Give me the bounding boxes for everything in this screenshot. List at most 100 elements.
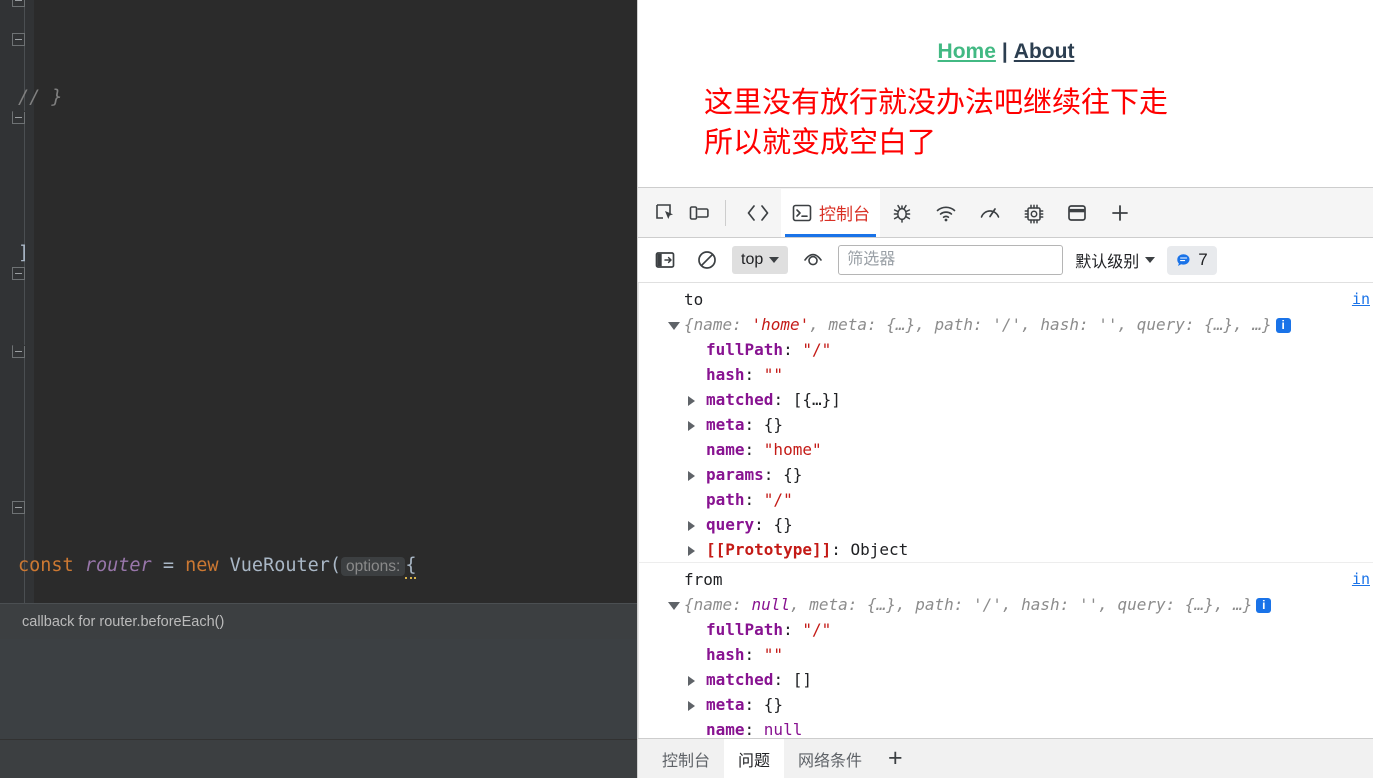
console-filter-bar: top 默认级别 — [638, 238, 1373, 283]
property-separator: : — [763, 465, 784, 484]
screen-root: // } ] const router = new VueRouter(opti… — [0, 0, 1373, 778]
inspect-element-icon[interactable] — [648, 196, 682, 230]
chevron-down-icon — [769, 257, 780, 263]
disclosure-triangle-closed-icon[interactable] — [688, 421, 695, 431]
console-output[interactable]: to in {name: 'home', meta: {…}, path: '/… — [638, 283, 1373, 738]
execution-context-value: top — [741, 251, 764, 268]
info-message-icon — [1177, 253, 1190, 266]
console-entry: from in {name: null, meta: {…}, path: '/… — [638, 563, 1373, 738]
property-separator: : — [773, 670, 793, 689]
property-value: "/" — [802, 340, 832, 359]
browser-window: Home | About 这里没有放行就没办法吧继续往下走 所以就变成空白了 控… — [637, 0, 1373, 778]
property-separator: : — [773, 390, 793, 409]
rendered-page: Home | About 这里没有放行就没办法吧继续往下走 所以就变成空白了 — [638, 0, 1373, 187]
property-key: params — [706, 465, 764, 484]
console-log-label: from in — [638, 563, 1373, 592]
property-separator: : — [783, 340, 803, 359]
object-property-row[interactable]: query: {} — [638, 512, 1373, 537]
info-badge-icon[interactable]: i — [1256, 598, 1272, 613]
tab-application[interactable] — [1056, 189, 1098, 237]
application-panel-icon — [1068, 204, 1086, 221]
page-message-line1: 这里没有放行就没办法吧继续往下走 — [704, 85, 1169, 119]
drawer-tab-label: 网络条件 — [798, 752, 863, 770]
tab-performance[interactable] — [968, 189, 1012, 237]
drawer-tab-issues[interactable]: 问题 — [724, 739, 785, 778]
property-key: hash — [706, 645, 745, 664]
devtools-tabbar: 控制台 — [638, 188, 1373, 238]
console-source-link[interactable]: in — [1352, 567, 1370, 592]
devtools-drawer-tabs: 控制台 问题 网络条件 + — [638, 738, 1373, 778]
page-message: 这里没有放行就没办法吧继续往下走 所以就变成空白了 — [638, 64, 1373, 162]
tab-memory[interactable] — [1012, 189, 1056, 237]
property-separator: : — [744, 365, 764, 384]
comment-token: // } — [18, 87, 63, 108]
console-object-header[interactable]: {name: 'home', meta: {…}, path: '/', has… — [638, 312, 1373, 337]
clear-console-icon[interactable] — [690, 243, 724, 277]
router-identifier: router — [84, 555, 152, 576]
info-badge-icon[interactable]: i — [1275, 318, 1291, 333]
object-property-row[interactable]: meta: {} — [638, 412, 1373, 437]
tab-elements[interactable] — [735, 189, 781, 237]
live-expression-icon[interactable] — [796, 243, 830, 277]
toolbar-divider — [725, 199, 726, 226]
drawer-tab-console[interactable]: 控制台 — [648, 739, 724, 778]
property-separator: : — [831, 540, 851, 559]
object-property-row: path: "/" — [638, 487, 1373, 512]
drawer-add-tab-button[interactable]: + — [876, 739, 915, 778]
disclosure-triangle-open-icon[interactable] — [668, 322, 680, 330]
disclosure-triangle-closed-icon[interactable] — [688, 521, 695, 531]
console-object-header[interactable]: {name: null, meta: {…}, path: '/', hash:… — [638, 592, 1373, 617]
device-toolbar-icon[interactable] — [682, 196, 716, 230]
property-separator: : — [754, 515, 774, 534]
plus-icon: + — [888, 744, 903, 772]
devtools-panel: 控制台 top 筛选器 默认级别 7 to in {name: 'home', … — [638, 187, 1373, 778]
disclosure-triangle-closed-icon[interactable] — [688, 396, 695, 406]
object-preview-rest: , meta: {…}, path: '/', hash: '', query:… — [809, 315, 1272, 334]
object-property-row[interactable]: matched: [{…}] — [638, 387, 1373, 412]
message-count-badge[interactable]: 7 — [1167, 245, 1217, 275]
nav-link-home[interactable]: Home — [938, 40, 996, 63]
code-content[interactable]: // } ] const router = new VueRouter(opti… — [0, 0, 637, 603]
editor-breadcrumb[interactable]: callback for router.beforeEach() — [0, 603, 637, 639]
more-tabs-button[interactable] — [1098, 189, 1142, 237]
tab-network[interactable] — [924, 189, 968, 237]
property-key: name — [706, 440, 745, 459]
property-value: "/" — [802, 620, 832, 639]
property-value: "" — [763, 645, 784, 664]
tab-console[interactable]: 控制台 — [781, 188, 880, 237]
property-value: "" — [763, 365, 784, 384]
property-separator: : — [744, 415, 764, 434]
disclosure-triangle-closed-icon[interactable] — [688, 701, 695, 711]
disclosure-triangle-closed-icon[interactable] — [688, 546, 695, 556]
object-property-row[interactable]: meta: {} — [638, 692, 1373, 717]
disclosure-triangle-closed-icon[interactable] — [688, 471, 695, 481]
object-preview-name: 'home' — [751, 315, 810, 334]
object-prototype-row[interactable]: [[Prototype]]: Object — [638, 537, 1373, 562]
console-filter-input[interactable] — [838, 245, 1064, 275]
param-hint-options: options: — [341, 557, 406, 576]
page-message-line2: 所以就变成空白了 — [704, 125, 937, 159]
object-property-row[interactable]: params: {} — [638, 462, 1373, 487]
wifi-icon — [936, 206, 956, 221]
console-source-link[interactable]: in — [1352, 287, 1370, 312]
property-key: meta — [706, 695, 745, 714]
disclosure-triangle-open-icon[interactable] — [668, 602, 680, 610]
code-editor[interactable]: // } ] const router = new VueRouter(opti… — [0, 0, 637, 603]
execution-context-dropdown[interactable]: top — [732, 246, 789, 274]
console-entry: to in {name: 'home', meta: {…}, path: '/… — [638, 283, 1373, 563]
object-property-row: fullPath: "/" — [638, 337, 1373, 362]
code-brackets-icon — [747, 204, 769, 221]
page-nav: Home | About — [638, 0, 1373, 64]
drawer-tab-network-conditions[interactable]: 网络条件 — [784, 739, 876, 778]
log-levels-dropdown[interactable]: 默认级别 — [1071, 248, 1159, 272]
console-sidebar-icon[interactable] — [648, 243, 682, 277]
property-separator: : — [744, 695, 764, 714]
tab-sources[interactable] — [880, 189, 924, 237]
object-property-row[interactable]: matched: [] — [638, 667, 1373, 692]
object-preview-prefix: {name: — [684, 595, 752, 614]
disclosure-triangle-closed-icon[interactable] — [688, 676, 695, 686]
nav-link-about[interactable]: About — [1014, 40, 1075, 63]
property-value: [{…}] — [792, 390, 841, 409]
